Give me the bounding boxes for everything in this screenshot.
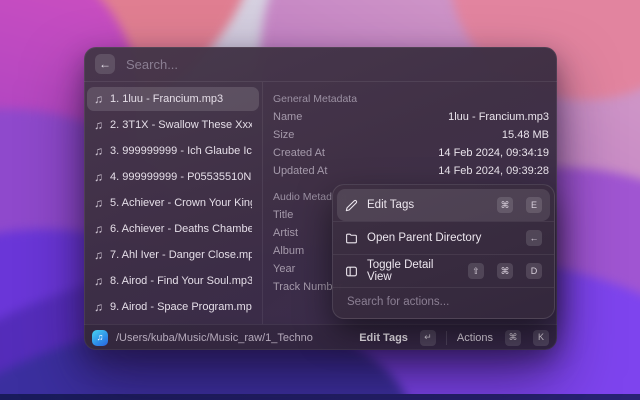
desktop: ← Search... ♫ 1. 1luu - Francium.mp3 ♫ 2… bbox=[0, 0, 640, 400]
metadata-value: 14 Feb 2024, 09:39:28 bbox=[438, 165, 549, 177]
metadata-value: 14 Feb 2024, 09:34:19 bbox=[438, 147, 549, 159]
metadata-label: Album bbox=[273, 245, 304, 257]
metadata-row: Created At 14 Feb 2024, 09:34:19 bbox=[273, 144, 549, 162]
command-key: ⌘ bbox=[497, 263, 513, 279]
metadata-label: Artist bbox=[273, 227, 298, 239]
metadata-label: Updated At bbox=[273, 165, 327, 177]
song-label: 2. 3T1X - Swallow These Xxxx.... bbox=[110, 119, 252, 131]
menu-item-toggle-detail-view[interactable]: Toggle Detail View ⇧ ⌘ D bbox=[337, 255, 550, 287]
song-label: 6. Achiever - Deaths Chamber (... bbox=[110, 223, 252, 235]
music-note-icon: ♫ bbox=[94, 171, 103, 183]
pencil-icon bbox=[345, 199, 358, 212]
metadata-label: Name bbox=[273, 111, 302, 123]
back-arrow-icon: ← bbox=[99, 58, 111, 70]
song-label: 1. 1luu - Francium.mp3 bbox=[110, 93, 223, 105]
metadata-row: Updated At 14 Feb 2024, 09:39:28 bbox=[273, 162, 549, 180]
search-input[interactable]: Search... bbox=[126, 57, 178, 72]
list-item[interactable]: ♫ 7. Ahl Iver - Danger Close.mp3 bbox=[87, 243, 259, 267]
metadata-label: Created At bbox=[273, 147, 325, 159]
menu-item-edit-tags[interactable]: Edit Tags ⌘ E bbox=[337, 189, 550, 221]
menu-item-label: Edit Tags bbox=[367, 199, 484, 211]
enter-key: ↵ bbox=[420, 330, 436, 346]
back-button[interactable]: ← bbox=[95, 54, 115, 74]
metadata-label: Size bbox=[273, 129, 294, 141]
song-label: 8. Airod - Find Your Soul.mp3 bbox=[110, 275, 252, 287]
folder-icon bbox=[345, 232, 358, 245]
actions-button[interactable]: Actions bbox=[457, 332, 493, 344]
search-bar: ← Search... bbox=[84, 47, 557, 82]
action-search-input[interactable]: Search for actions... bbox=[337, 288, 550, 316]
menu-item-label: Open Parent Directory bbox=[367, 232, 513, 244]
metadata-row: Size 15.48 MB bbox=[273, 126, 549, 144]
song-label: 9. Airod - Space Program.mp3 bbox=[110, 301, 252, 313]
list-item[interactable]: ♫ 5. Achiever - Crown Your King.... bbox=[87, 191, 259, 215]
song-label: 7. Ahl Iver - Danger Close.mp3 bbox=[110, 249, 252, 261]
music-note-icon: ♫ bbox=[94, 301, 103, 313]
command-key: ⌘ bbox=[497, 197, 513, 213]
metadata-value: 1luu - Francium.mp3 bbox=[448, 111, 549, 123]
music-note-icon: ♫ bbox=[94, 93, 103, 105]
music-note-icon: ♫ bbox=[94, 223, 103, 235]
music-note-icon: ♫ bbox=[94, 249, 103, 261]
left-arrow-key: ← bbox=[526, 230, 542, 246]
song-label: 4. 999999999 - P05535510N.m... bbox=[110, 171, 252, 183]
metadata-label: Title bbox=[273, 209, 293, 221]
current-directory-path: /Users/kuba/Music/Music_raw/1_Techno bbox=[116, 332, 351, 344]
metadata-row: Name 1luu - Francium.mp3 bbox=[273, 108, 549, 126]
music-note-icon: ♫ bbox=[94, 197, 103, 209]
music-note-icon: ♫ bbox=[94, 275, 103, 287]
e-key: E bbox=[526, 197, 542, 213]
k-key: K bbox=[533, 330, 549, 346]
command-key: ⌘ bbox=[505, 330, 521, 346]
wallpaper-edge-strip bbox=[0, 394, 640, 400]
list-item[interactable]: ♫ 3. 999999999 - Ich Glaube Ich... bbox=[87, 139, 259, 163]
statusbar-divider bbox=[446, 331, 447, 345]
shift-key: ⇧ bbox=[468, 263, 484, 279]
song-list: ♫ 1. 1luu - Francium.mp3 ♫ 2. 3T1X - Swa… bbox=[84, 82, 263, 324]
menu-item-open-parent-directory[interactable]: Open Parent Directory ← bbox=[337, 222, 550, 254]
list-item[interactable]: ♫ 2. 3T1X - Swallow These Xxxx.... bbox=[87, 113, 259, 137]
metadata-label: Year bbox=[273, 263, 295, 275]
list-item[interactable]: ♫ 1. 1luu - Francium.mp3 bbox=[87, 87, 259, 111]
music-note-icon: ♫ bbox=[94, 119, 103, 131]
section-title: General Metadata bbox=[273, 93, 357, 105]
list-item[interactable]: ♫ 8. Airod - Find Your Soul.mp3 bbox=[87, 269, 259, 293]
song-label: 5. Achiever - Crown Your King.... bbox=[110, 197, 252, 209]
sidebar-icon bbox=[345, 265, 358, 278]
music-note-icon: ♫ bbox=[94, 145, 103, 157]
song-label: 3. 999999999 - Ich Glaube Ich... bbox=[110, 145, 252, 157]
menu-item-label: Toggle Detail View bbox=[367, 259, 455, 283]
list-item[interactable]: ♫ 9. Airod - Space Program.mp3 bbox=[87, 295, 259, 319]
metadata-value: 15.48 MB bbox=[502, 129, 549, 141]
d-key: D bbox=[526, 263, 542, 279]
list-item[interactable]: ♫ 4. 999999999 - P05535510N.m... bbox=[87, 165, 259, 189]
primary-action-label[interactable]: Edit Tags bbox=[359, 332, 408, 344]
status-bar: ♫ /Users/kuba/Music/Music_raw/1_Techno E… bbox=[84, 324, 557, 350]
app-note-glyph: ♫ bbox=[97, 333, 104, 342]
list-item[interactable]: ♫ 6. Achiever - Deaths Chamber (... bbox=[87, 217, 259, 241]
app-window: ← Search... ♫ 1. 1luu - Francium.mp3 ♫ 2… bbox=[84, 47, 557, 350]
music-app-icon: ♫ bbox=[92, 330, 108, 346]
action-menu: Edit Tags ⌘ E Open Parent Directory ← To… bbox=[332, 184, 555, 319]
